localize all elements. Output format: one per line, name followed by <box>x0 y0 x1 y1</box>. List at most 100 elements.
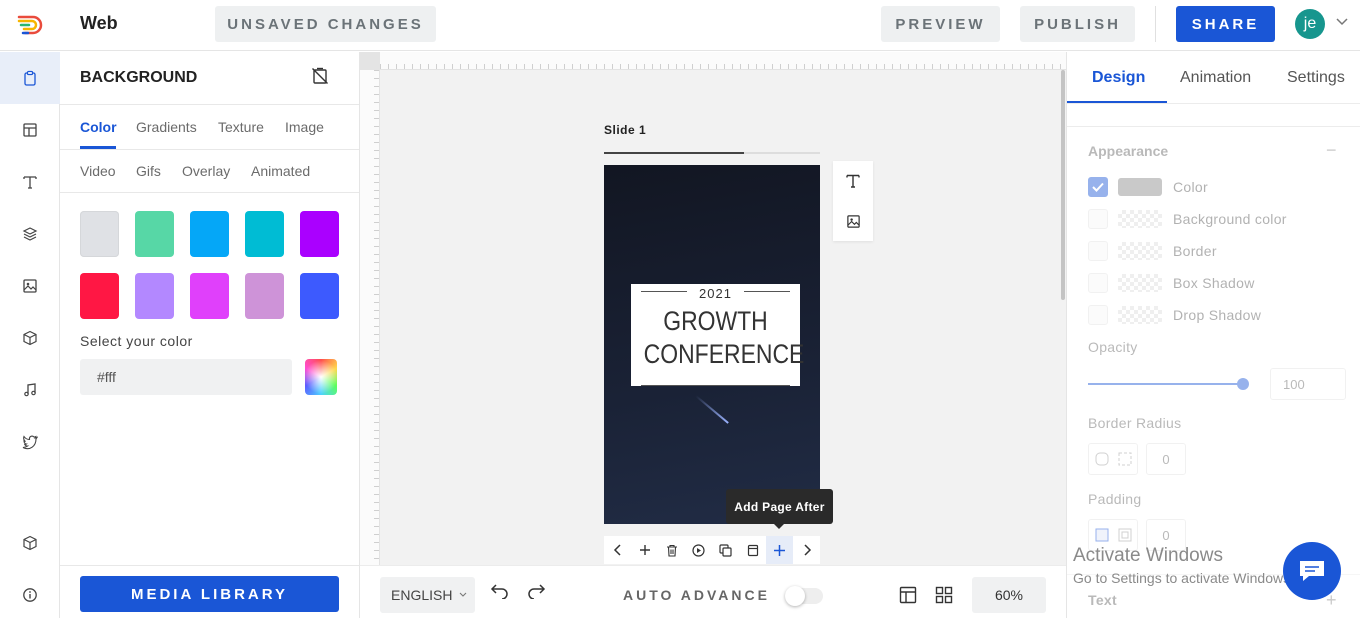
zoom-level[interactable]: 60% <box>972 577 1046 613</box>
opacity-slider-knob[interactable] <box>1237 378 1249 390</box>
hex-color-input[interactable]: #fff <box>80 359 292 395</box>
publish-button[interactable]: PUBLISH <box>1020 6 1135 42</box>
grid-view-button[interactable] <box>935 586 953 604</box>
slide-title-line-2[interactable]: CONFERENCE <box>644 339 805 370</box>
add-page-before-button[interactable] <box>631 536 658 564</box>
color-swatch[interactable] <box>245 273 284 319</box>
image-icon <box>846 214 860 228</box>
preview-button[interactable]: PREVIEW <box>881 6 1000 42</box>
app-title[interactable]: Web <box>80 13 118 34</box>
canvas-scrollbar[interactable] <box>1061 70 1065 300</box>
tab-settings[interactable]: Settings <box>1287 69 1345 87</box>
unsaved-changes-button[interactable]: UNSAVED CHANGES <box>215 6 436 42</box>
tab-design[interactable]: Design <box>1092 69 1145 87</box>
remove-background-icon[interactable] <box>311 67 329 85</box>
editor-canvas: Slide 1 2021 GROWTH CONFERENCE Add Page … <box>360 52 1066 565</box>
text-icon <box>23 176 37 189</box>
toggle-knob[interactable] <box>785 586 805 606</box>
tab-animation[interactable]: Animation <box>1180 69 1251 87</box>
tab-gradients[interactable]: Gradients <box>136 119 197 135</box>
border-checkbox[interactable] <box>1088 241 1108 261</box>
slide-title-line-1[interactable]: GROWTH <box>644 306 788 337</box>
horizontal-ruler <box>380 52 1066 70</box>
avatar[interactable]: je <box>1295 9 1325 39</box>
tab-animated[interactable]: Animated <box>251 163 310 179</box>
color-swatch[interactable] <box>245 211 284 257</box>
color-picker-button[interactable] <box>305 359 337 395</box>
chat-support-button[interactable] <box>1283 542 1341 600</box>
year-rule-right <box>744 291 790 292</box>
media-library-button[interactable]: MEDIA LIBRARY <box>80 576 339 612</box>
chevron-down-icon <box>459 592 467 598</box>
box-shadow-checkbox[interactable] <box>1088 273 1108 293</box>
box-tool[interactable] <box>0 517 60 569</box>
plus-icon <box>639 545 650 555</box>
color-swatch[interactable] <box>80 211 119 257</box>
add-page-tooltip: Add Page After <box>726 489 833 529</box>
activate-windows-subtitle: Go to Settings to activate Windows. <box>1073 570 1294 586</box>
layout-tool[interactable] <box>0 104 60 156</box>
color-swatch[interactable] <box>1118 178 1162 196</box>
single-view-button[interactable] <box>899 586 917 604</box>
add-text-button[interactable] <box>833 161 873 201</box>
tab-image[interactable]: Image <box>285 119 324 135</box>
tab-texture[interactable]: Texture <box>218 119 264 135</box>
drop-shadow-swatch[interactable] <box>1118 306 1162 324</box>
drop-shadow-checkbox[interactable] <box>1088 305 1108 325</box>
delete-page-button[interactable] <box>658 536 685 564</box>
info-icon <box>23 588 37 602</box>
tab-overlay[interactable]: Overlay <box>182 163 230 179</box>
box-shadow-row-label: Box Shadow <box>1173 275 1255 291</box>
background-color-swatch[interactable] <box>1118 210 1162 228</box>
twitter-tool[interactable] <box>0 416 60 468</box>
color-swatch[interactable] <box>190 211 229 257</box>
next-slide-button[interactable] <box>793 536 820 564</box>
collapse-icon[interactable]: − <box>1326 140 1337 161</box>
app-logo-icon[interactable] <box>16 11 44 39</box>
title-block[interactable]: 2021 GROWTH CONFERENCE <box>631 284 805 386</box>
elements-tool[interactable] <box>0 312 60 364</box>
undo-button[interactable] <box>490 583 510 599</box>
slide-preview[interactable]: 2021 GROWTH CONFERENCE <box>604 165 820 524</box>
info-tool[interactable] <box>0 569 60 621</box>
add-page-after-button[interactable] <box>766 536 793 564</box>
image-tool[interactable] <box>0 260 60 312</box>
tab-video[interactable]: Video <box>80 163 116 179</box>
divider <box>60 149 359 150</box>
shooting-star-decoration <box>695 395 729 424</box>
color-swatch[interactable] <box>135 273 174 319</box>
color-swatch[interactable] <box>190 273 229 319</box>
music-icon <box>24 383 36 397</box>
color-swatch[interactable] <box>80 273 119 319</box>
tab-color[interactable]: Color <box>80 119 117 135</box>
share-button[interactable]: SHARE <box>1176 6 1275 42</box>
opacity-value: 100 <box>1283 376 1305 392</box>
color-swatch[interactable] <box>300 211 339 257</box>
design-panel: Design Animation Settings Appearance − C… <box>1066 52 1360 618</box>
chevron-down-icon[interactable] <box>1336 18 1348 26</box>
tab-gifs[interactable]: Gifs <box>136 163 161 179</box>
text-tool[interactable] <box>0 156 60 208</box>
color-swatch[interactable] <box>135 211 174 257</box>
border-radius-input[interactable]: 0 <box>1146 443 1186 475</box>
previous-slide-button[interactable] <box>604 536 631 564</box>
background-color-checkbox[interactable] <box>1088 209 1108 229</box>
page-settings-button[interactable] <box>739 536 766 564</box>
color-checkbox[interactable] <box>1088 177 1108 197</box>
duplicate-page-button[interactable] <box>712 536 739 564</box>
bottom-bar: ENGLISH AUTO ADVANCE 60% <box>360 565 1066 618</box>
background-tool[interactable] <box>0 52 60 104</box>
slide-year-text[interactable]: 2021 <box>631 286 800 301</box>
box-shadow-swatch[interactable] <box>1118 274 1162 292</box>
border-swatch[interactable] <box>1118 242 1162 260</box>
play-preview-button[interactable] <box>685 536 712 564</box>
layout-icon <box>23 123 37 137</box>
color-swatch[interactable] <box>300 273 339 319</box>
redo-button[interactable] <box>526 583 546 599</box>
opacity-slider-track[interactable] <box>1088 383 1243 385</box>
music-tool[interactable] <box>0 364 60 416</box>
layers-tool[interactable] <box>0 208 60 260</box>
border-radius-mode-toggle[interactable] <box>1088 443 1138 475</box>
add-image-button[interactable] <box>833 201 873 241</box>
opacity-input[interactable]: 100 <box>1270 368 1346 400</box>
